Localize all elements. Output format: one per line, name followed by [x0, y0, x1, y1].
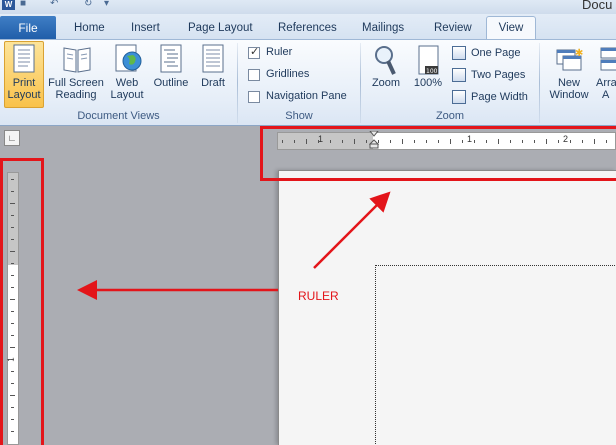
annotation-arrows	[77, 191, 391, 300]
arrow-to-horizontal-ruler	[313, 191, 391, 269]
